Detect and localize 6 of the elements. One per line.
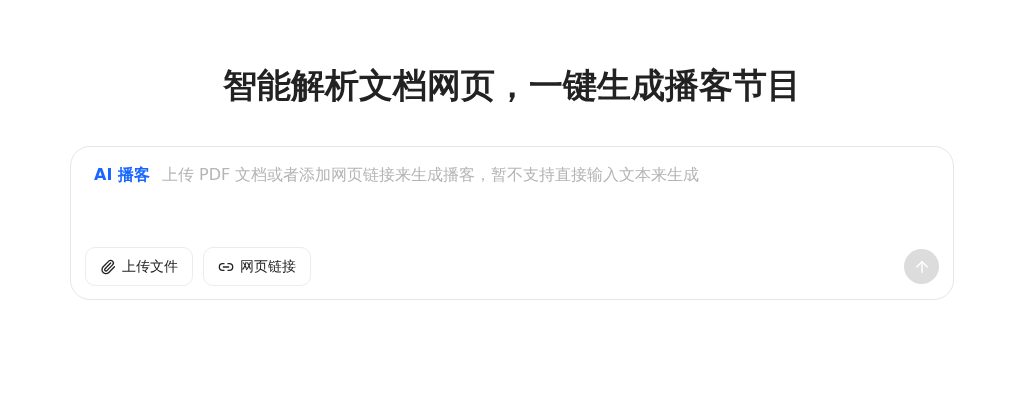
web-link-button[interactable]: 网页链接 (203, 247, 311, 286)
mode-tag: AI 播客 (94, 163, 150, 187)
upload-file-button[interactable]: 上传文件 (85, 247, 193, 286)
prompt-field[interactable]: 上传 PDF 文档或者添加网页链接来生成播客，暂不支持直接输入文本来生成 (161, 163, 939, 187)
page-heading: 智能解析文档网页，一键生成播客节目 (223, 64, 801, 107)
paperclip-icon (100, 258, 116, 275)
